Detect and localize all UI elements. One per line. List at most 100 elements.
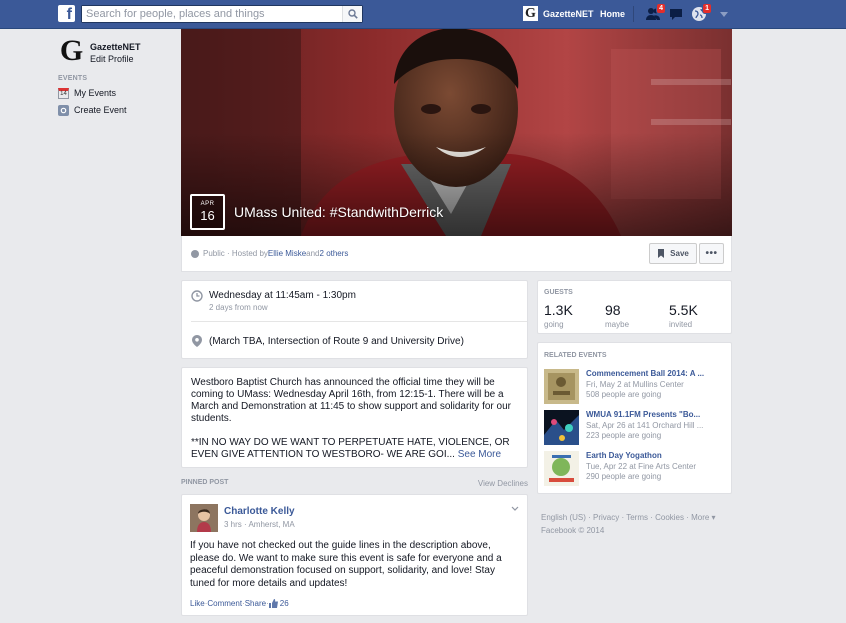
- post-actions: Like · Comment · Share · 26: [190, 599, 289, 608]
- like-link[interactable]: Like: [190, 599, 205, 608]
- related-event-going: 223 people are going: [586, 431, 662, 440]
- save-button[interactable]: Save: [649, 243, 697, 264]
- post-author-avatar[interactable]: [190, 504, 218, 532]
- messages-icon: [670, 9, 682, 20]
- more-options-button[interactable]: •••: [699, 243, 724, 264]
- friend-requests-button[interactable]: 4: [645, 3, 666, 22]
- sidebar-profile-name[interactable]: GazetteNET: [90, 42, 141, 52]
- bookmark-icon: [658, 249, 665, 258]
- going-count: 1.3K: [544, 302, 573, 318]
- sidebar-item-my-events[interactable]: 14 My Events: [58, 87, 173, 99]
- likes-count-link[interactable]: 26: [268, 599, 289, 608]
- profile-name: GazetteNET: [543, 8, 594, 19]
- related-event-title[interactable]: Commencement Ball 2014: A ...: [586, 369, 704, 378]
- sidebar-item-create-event[interactable]: Create Event: [58, 104, 173, 116]
- event-description-card: Westboro Baptist Church has announced th…: [181, 367, 528, 468]
- post-author-name[interactable]: Charlotte Kelly: [224, 506, 295, 517]
- guests-maybe[interactable]: 98 maybe: [605, 302, 629, 329]
- related-event-item[interactable]: Commencement Ball 2014: A ... Fri, May 2…: [544, 369, 727, 405]
- event-time: Wednesday at 11:45am - 1:30pm: [209, 290, 356, 301]
- related-event-title[interactable]: Earth Day Yogathon: [586, 451, 662, 460]
- host-link[interactable]: Ellie Miske: [268, 249, 306, 258]
- related-events-heading: RELATED EVENTS: [544, 352, 607, 359]
- friend-requests-badge: 4: [656, 3, 666, 14]
- event-meta-bar: Public · Hosted by Ellie Miske and 2 oth…: [181, 236, 732, 272]
- invited-label: invited: [669, 320, 693, 329]
- event-month: APR: [200, 201, 215, 207]
- invited-count: 5.5K: [669, 302, 698, 318]
- search-input[interactable]: [82, 6, 340, 22]
- event-relative-time: 2 days from now: [209, 303, 268, 312]
- sidebar-heading-events: EVENTS: [58, 75, 88, 82]
- host-and: and: [306, 249, 320, 258]
- comment-link[interactable]: Comment: [207, 599, 242, 608]
- related-event-thumbnail: [544, 410, 579, 445]
- related-event-when: Sat, Apr 26 at 141 Orchard Hill ...: [586, 421, 704, 430]
- guests-going[interactable]: 1.3K going: [544, 302, 573, 329]
- event-cover-photo[interactable]: APR 16 UMass United: #StandwithDerrick: [181, 29, 732, 236]
- sidebar-item-label: My Events: [74, 88, 117, 98]
- top-navigation-bar: f G GazetteNET Home 4 1: [0, 0, 846, 29]
- related-event-item[interactable]: Earth Day Yogathon Tue, Apr 22 at Fine A…: [544, 451, 727, 487]
- home-link[interactable]: Home: [600, 9, 625, 19]
- going-label: going: [544, 320, 564, 329]
- other-hosts-link[interactable]: 2 others: [320, 249, 349, 258]
- clock-icon: [191, 290, 203, 302]
- event-time-row: Wednesday at 11:45am - 1:30pm 2 days fro…: [191, 290, 356, 312]
- event-location-row[interactable]: (March TBA, Intersection of Route 9 and …: [191, 335, 464, 347]
- edit-profile-link[interactable]: Edit Profile: [90, 54, 141, 64]
- notifications-badge: 1: [702, 3, 712, 14]
- related-event-when: Tue, Apr 22 at Fine Arts Center: [586, 462, 696, 471]
- pinned-post-heading: PINNED POST: [181, 479, 229, 486]
- view-declines-link[interactable]: View Declines: [478, 479, 528, 488]
- event-privacy-host: Public · Hosted by Ellie Miske and 2 oth…: [191, 249, 348, 258]
- account-menu-arrow-icon[interactable]: [720, 12, 728, 17]
- guests-heading: GUESTS: [544, 289, 573, 296]
- related-event-going: 508 people are going: [586, 390, 662, 399]
- event-day: 16: [200, 208, 215, 223]
- related-event-title[interactable]: WMUA 91.1FM Presents "Bo...: [586, 410, 700, 419]
- calendar-icon: 14: [58, 87, 69, 99]
- related-events-card: RELATED EVENTS Commencement Ball 2014: A…: [537, 342, 732, 494]
- guests-invited[interactable]: 5.5K invited: [669, 302, 698, 329]
- chevron-down-icon[interactable]: [511, 504, 519, 514]
- description-paragraph-2: **IN NO WAY DO WE WANT TO PERPETUATE HAT…: [191, 437, 518, 461]
- save-label: Save: [670, 249, 689, 258]
- see-more-link[interactable]: See More: [458, 449, 501, 460]
- search-icon: [347, 9, 358, 19]
- related-event-item[interactable]: WMUA 91.1FM Presents "Bo... Sat, Apr 26 …: [544, 410, 727, 446]
- event-location: (March TBA, Intersection of Route 9 and …: [209, 335, 464, 347]
- privacy-prefix: Public · Hosted by: [203, 249, 268, 258]
- map-pin-icon: [191, 335, 203, 347]
- search-box: [81, 5, 363, 23]
- footer-links[interactable]: English (US) · Privacy · Terms · Cookies…: [541, 511, 736, 524]
- create-event-icon: [58, 104, 69, 116]
- related-event-thumbnail: [544, 369, 579, 404]
- related-event-going: 290 people are going: [586, 472, 662, 481]
- maybe-label: maybe: [605, 320, 630, 329]
- sidebar-item-label: Create Event: [74, 105, 127, 115]
- facebook-logo[interactable]: f: [58, 5, 75, 22]
- event-title: UMass United: #StandwithDerrick: [234, 204, 444, 220]
- profile-link[interactable]: G GazetteNET: [523, 6, 594, 21]
- footer-copyright: Facebook © 2014: [541, 526, 605, 535]
- profile-avatar: G: [523, 6, 538, 21]
- share-link[interactable]: Share: [245, 599, 266, 608]
- page-footer: English (US) · Privacy · Terms · Cookies…: [541, 511, 736, 537]
- related-event-thumbnail: [544, 451, 579, 486]
- sidebar-profile[interactable]: G GazetteNET Edit Profile: [58, 36, 173, 67]
- guests-card: GUESTS 1.3K going 98 maybe 5.5K invited: [537, 280, 732, 334]
- description-paragraph-1: Westboro Baptist Church has announced th…: [191, 377, 511, 424]
- post-body: If you have not checked out the guide li…: [190, 540, 502, 589]
- notifications-button[interactable]: 1: [691, 3, 712, 22]
- messages-button[interactable]: [668, 6, 684, 22]
- post-meta: 3 hrs · Amherst, MA: [224, 520, 295, 529]
- event-date-badge: APR 16: [190, 194, 225, 230]
- search-button[interactable]: [342, 6, 362, 22]
- event-details-card: Wednesday at 11:45am - 1:30pm 2 days fro…: [181, 280, 528, 359]
- topbar-divider: [633, 6, 634, 22]
- likes-count: 26: [279, 599, 289, 608]
- pinned-post-header: PINNED POST View Declines: [181, 479, 528, 488]
- sidebar-avatar[interactable]: G: [58, 36, 85, 66]
- thumbs-up-icon: [268, 599, 278, 608]
